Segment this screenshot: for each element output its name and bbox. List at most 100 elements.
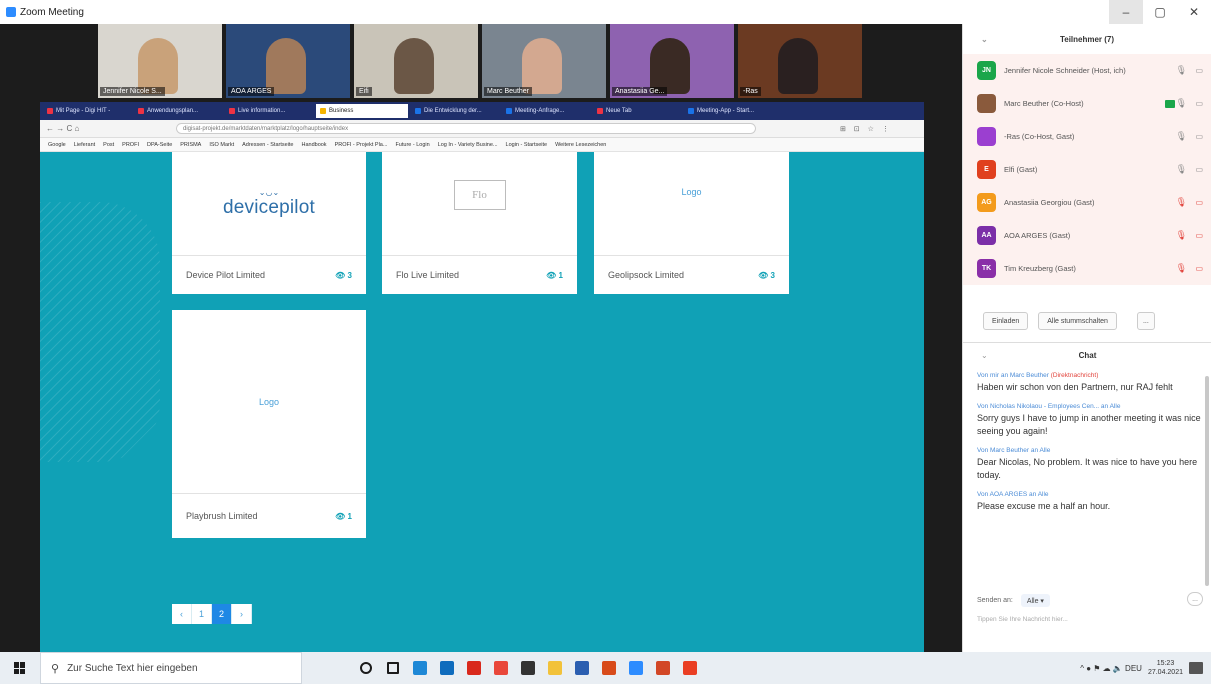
office-hub-icon[interactable] — [676, 652, 703, 684]
participant-row[interactable]: AA AOA ARGES (Gast) 🎙 ▭ — [963, 219, 1211, 252]
mic-muted-icon[interactable]: 🎙 — [1176, 230, 1187, 241]
acrobat-icon[interactable] — [460, 652, 487, 684]
maximize-button[interactable]: ▢ — [1143, 0, 1177, 24]
powerpoint-icon[interactable] — [649, 652, 676, 684]
company-card[interactable]: ⌄◡⌄ devicepilot Device Pilot Limited 👁 3 — [172, 152, 366, 294]
video-tile[interactable]: Marc Beuther — [482, 24, 606, 98]
mute-all-button[interactable]: Alle stummschalten — [1038, 312, 1117, 330]
browser-tab[interactable]: Neue Tab — [593, 104, 681, 118]
mic-muted-icon[interactable]: 🎙 — [1176, 197, 1187, 208]
notification-icon[interactable] — [1189, 662, 1203, 674]
explorer-icon[interactable] — [541, 652, 568, 684]
chat-scrollbar[interactable] — [1205, 376, 1209, 586]
bookmark-item[interactable]: PRISMA — [180, 142, 201, 148]
bookmark-item[interactable]: Future - Login — [395, 142, 429, 148]
participant-row[interactable]: -Ras (Co-Host, Gast) 🎙 ▭ — [963, 120, 1211, 153]
video-tile[interactable]: Jennifer Nicole S... — [98, 24, 222, 98]
close-button[interactable]: ✕ — [1177, 0, 1211, 24]
participant-row[interactable]: JN Jennifer Nicole Schneider (Host, ich) 🎙… — [963, 54, 1211, 87]
company-grid: ⌄◡⌄ devicepilot Device Pilot Limited 👁 3… — [40, 152, 924, 652]
mic-icon[interactable]: 🎙 — [1176, 164, 1187, 175]
tab-label: Meeting-Anfrage... — [515, 108, 565, 114]
tray-icons[interactable]: ^ ● ⚑ ☁ 🔈 DEU — [1080, 664, 1142, 673]
favicon-icon — [320, 108, 326, 114]
chrome-icon[interactable] — [487, 652, 514, 684]
browser-tab[interactable]: Business — [316, 104, 408, 118]
page-1-button[interactable]: 1 — [192, 604, 212, 624]
company-card[interactable]: Flo Flo Live Limited 👁 1 — [382, 152, 577, 294]
mic-icon[interactable]: 🎙 — [1176, 98, 1187, 109]
company-card[interactable]: Logo Playbrush Limited 👁 1 — [172, 310, 366, 538]
browser-tab[interactable]: Die Entwicklung der... — [411, 104, 499, 118]
participant-row[interactable]: E Elfi (Gast) 🎙 ▭ — [963, 153, 1211, 186]
browser-tab[interactable]: Anwendungsplan... — [134, 104, 222, 118]
bookmark-item[interactable]: Google — [48, 142, 66, 148]
store-icon[interactable] — [514, 652, 541, 684]
video-tile[interactable]: -Ras — [738, 24, 862, 98]
bookmark-item[interactable]: Login - Startseite — [506, 142, 548, 148]
video-tile[interactable]: AOA ARGES — [226, 24, 350, 98]
camera-icon[interactable]: ▭ — [1195, 231, 1203, 240]
more-options-button[interactable]: ... — [1136, 312, 1155, 330]
bookmark-item[interactable]: Log In - Variety Busine... — [438, 142, 498, 148]
word-icon[interactable] — [568, 652, 595, 684]
mic-muted-icon[interactable]: 🎙 — [1176, 263, 1187, 274]
bookmark-item[interactable]: ISO Markt — [209, 142, 234, 148]
bookmark-item[interactable]: DPA-Seite — [147, 142, 172, 148]
participant-row[interactable]: TK Tim Kreuzberg (Gast) 🎙 ▭ — [963, 252, 1211, 285]
recipient-select[interactable]: Alle ▾ — [1020, 594, 1050, 607]
camera-icon[interactable]: ▭ — [1195, 264, 1203, 273]
clock[interactable]: 15:23 27.04.2021 — [1148, 659, 1183, 677]
minimize-button[interactable]: – — [1109, 0, 1143, 24]
bookmark-item[interactable]: Weitere Lesezeichen — [555, 142, 606, 148]
task-view-icon[interactable] — [379, 652, 406, 684]
video-tile[interactable]: Eifi — [354, 24, 478, 98]
bookmark-item[interactable]: PROFI — [122, 142, 139, 148]
participant-name: -Ras (Co-Host, Gast) — [1004, 132, 1075, 141]
chat-more-button[interactable]: ... — [1187, 592, 1203, 606]
bookmark-item[interactable]: Post — [103, 142, 114, 148]
cortana-icon[interactable] — [352, 652, 379, 684]
bookmark-item[interactable]: PROFI - Projekt Pla... — [335, 142, 388, 148]
mic-icon[interactable]: 🎙 — [1176, 65, 1187, 76]
participant-row[interactable]: Marc Beuther (Co-Host) 🎙 ▭ — [963, 87, 1211, 120]
next-page-button[interactable]: › — [232, 604, 252, 624]
bookmark-item[interactable]: Handbook — [301, 142, 326, 148]
camera-icon[interactable]: ▭ — [1195, 132, 1203, 141]
participant-row[interactable]: AG Anastasiia Georgiou (Gast) 🎙 ▭ — [963, 186, 1211, 219]
browser-tab[interactable]: Meeting-App - Start... — [684, 104, 772, 118]
camera-icon[interactable]: ▭ — [1195, 66, 1203, 75]
video-tile[interactable]: Anastasiia Ge... — [610, 24, 734, 98]
camera-icon[interactable]: ▭ — [1195, 165, 1203, 174]
camera-icon[interactable]: ▭ — [1195, 198, 1203, 207]
url-field[interactable]: digisat-projekt.de/marktdaten/marktplatz… — [176, 123, 756, 134]
collapse-chevron-icon[interactable]: ⌄ — [981, 351, 988, 360]
office-icon[interactable] — [595, 652, 622, 684]
nav-buttons[interactable]: ← → C ⌂ — [46, 124, 116, 133]
browser-tab[interactable]: Live information... — [225, 104, 313, 118]
favicon-icon — [506, 108, 512, 114]
app-glyph — [655, 661, 670, 675]
send-to-label: Senden an: — [977, 597, 1013, 604]
edge-icon[interactable] — [406, 652, 433, 684]
camera-icon[interactable]: ▭ — [1195, 99, 1203, 108]
prev-page-button[interactable]: ‹ — [172, 604, 192, 624]
mic-icon[interactable]: 🎙 — [1176, 131, 1187, 142]
browser-tab[interactable]: Mit Page - Digi HIT - — [43, 104, 131, 118]
bookmark-item[interactable]: Adressen - Startseite — [242, 142, 293, 148]
collapse-chevron-icon[interactable]: ⌄ — [981, 35, 988, 44]
chat-input[interactable]: Tippen Sie Ihre Nachricht hier... — [977, 616, 1197, 623]
browser-tab[interactable]: Meeting-Anfrage... — [502, 104, 590, 118]
taskbar-search[interactable]: ⚲ Zur Suche Text hier eingeben — [40, 652, 302, 684]
extension-icons[interactable]: ⊞ ⊡ ☆ ⋮ — [840, 125, 892, 133]
message-text: Sorry guys I have to jump in another mee… — [977, 413, 1201, 436]
tab-label: Mit Page - Digi HIT - — [56, 108, 111, 114]
page-2-button[interactable]: 2 — [212, 604, 232, 624]
invite-button[interactable]: Einladen — [983, 312, 1029, 330]
zoom-icon[interactable] — [622, 652, 649, 684]
favicon-icon — [688, 108, 694, 114]
outlook-icon[interactable] — [433, 652, 460, 684]
start-button[interactable] — [0, 652, 40, 684]
company-card[interactable]: Logo Geolipsock Limited 👁 3 — [594, 152, 789, 294]
bookmark-item[interactable]: Lieferant — [74, 142, 95, 148]
